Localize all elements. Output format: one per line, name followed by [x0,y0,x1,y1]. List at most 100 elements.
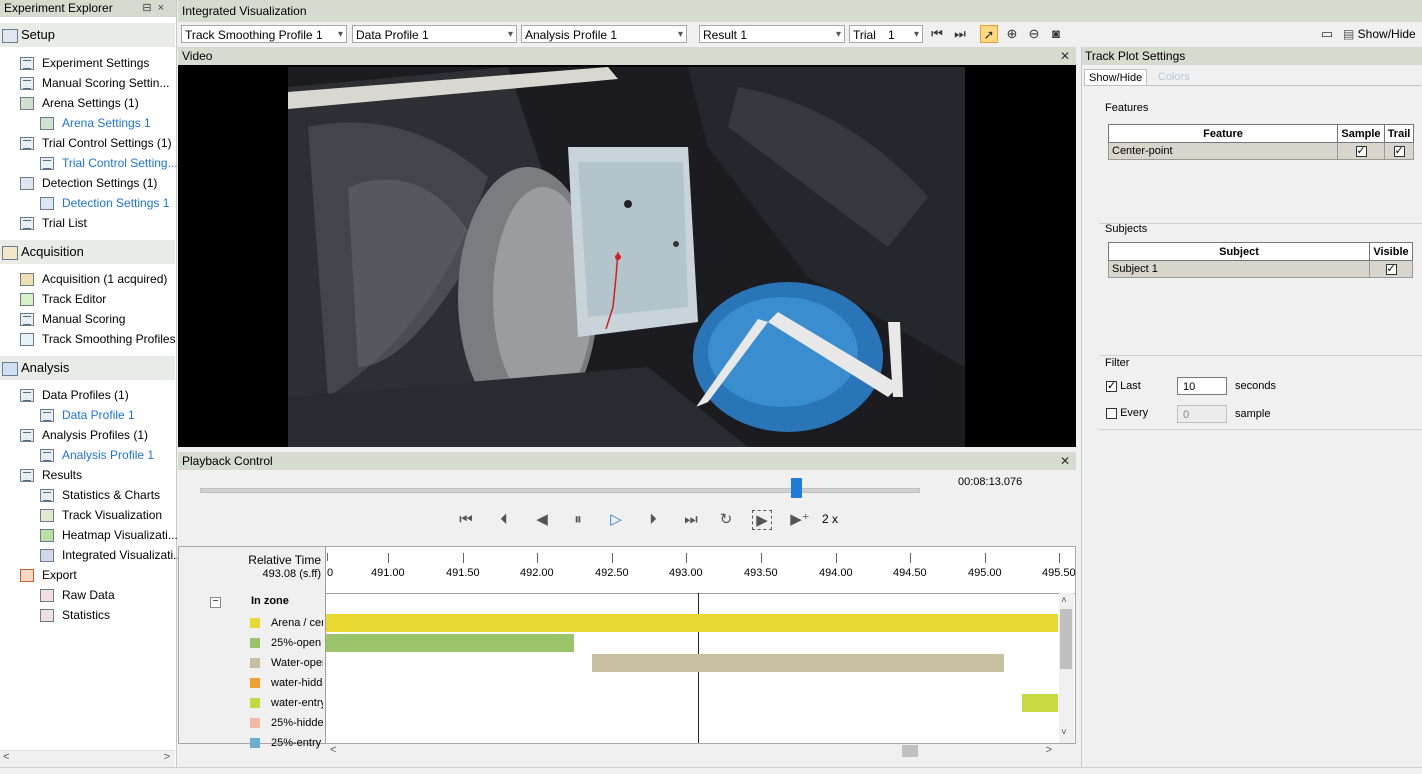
every-sample-input[interactable]: 0 [1177,405,1227,423]
features-table: Feature Sample Trail Center-point [1108,124,1414,160]
playback-panel-title: Playback Control [182,454,273,468]
vertical-scroll-thumb[interactable] [1060,609,1072,669]
result-select[interactable]: Result 1 [699,25,845,43]
zone-name: water-entry [271,697,323,709]
experiment-explorer: Experiment Explorer ⊟× Setup Experiment … [0,0,183,773]
close-icon[interactable]: ✕ [1060,47,1070,65]
pin-icon[interactable]: ⊟× [142,0,170,17]
timeline-tick-mark [910,553,911,563]
tab-colors[interactable]: Colors [1154,69,1194,85]
section-analysis-label: Analysis [21,360,70,375]
timeline-row-label[interactable]: 25%-open / [179,633,325,653]
scroll-right-icon[interactable]: > [1046,744,1052,756]
visible-cell[interactable] [1369,260,1413,278]
timeline-tick-label: 492.50 [595,567,629,579]
section-analysis[interactable]: Analysis [0,356,175,380]
timeline-horizontal-scrollbar[interactable]: < > [324,744,1058,759]
play-icon[interactable]: ▷ [606,510,626,530]
acquisition-icon [2,246,18,260]
next-trial-icon[interactable]: ⏭ [951,25,969,43]
play-reverse-icon[interactable]: ◀ [532,510,552,530]
data-profile-select[interactable]: Data Profile 1 [352,25,517,43]
layout-icon[interactable]: ▭ [1318,25,1336,43]
zoom-out-icon[interactable]: ⊖ [1025,25,1043,43]
every-unit-label: sample [1235,408,1271,420]
timeline-row-label[interactable]: 25%-entry / [179,733,325,753]
visible-checkbox[interactable] [1385,262,1397,275]
camera-icon[interactable]: ◙ [1047,25,1065,43]
last-seconds-input[interactable]: 10 [1177,377,1227,395]
zone-color-swatch [250,678,260,688]
zone-name: water-hidde [271,677,323,689]
timeline-bars-area[interactable] [326,593,1058,743]
sample-checkbox[interactable] [1355,144,1367,157]
pointer-icon[interactable]: ➚ [980,25,998,43]
playback-slider-thumb[interactable] [791,478,802,498]
skip-to-start-icon[interactable]: ⏮ [456,510,476,530]
speed-up-icon[interactable]: ▶⁺ [790,510,810,530]
trail-cell[interactable] [1384,142,1414,160]
section-acquisition[interactable]: Acquisition [0,240,175,264]
zone-name: Arena / cer [271,617,323,629]
zone-bar[interactable] [326,634,574,652]
close-icon[interactable]: ✕ [1060,452,1070,470]
step-forward-icon[interactable]: ⏵ [643,510,663,530]
pause-icon[interactable]: ⏸ [568,510,588,530]
last-unit-label: seconds [1235,380,1276,392]
timeline-tick-label: 495.00 [968,567,1002,579]
timeline-row-label[interactable]: Arena / cer [179,613,325,633]
trail-checkbox[interactable] [1393,144,1405,157]
timeline-row-label[interactable]: 25%-hidder [179,713,325,733]
tab-divider [1084,85,1421,86]
zone-bar[interactable] [592,654,1004,672]
timeline-row-label[interactable]: Water-oper [179,653,325,673]
step-back-icon[interactable]: ⏴ [494,510,514,530]
data-profile-icon [20,389,34,402]
video-image [288,67,965,447]
scroll-right-icon[interactable]: > [164,751,170,763]
analysis-profile-icon [40,449,54,462]
every-filter-option[interactable]: Every [1106,407,1148,419]
horizontal-scroll-thumb[interactable] [902,745,918,757]
first-trial-icon[interactable]: ⏮ [928,25,946,43]
trial-control-icon [40,157,54,170]
smoothing-profile-select[interactable]: Track Smoothing Profile 1 [181,25,347,43]
zone-bar[interactable] [1022,694,1058,712]
analysis-profile-select[interactable]: Analysis Profile 1 [521,25,687,43]
explorer-title: Experiment Explorer [4,1,113,15]
tab-show-hide[interactable]: Show/Hide [1084,69,1148,86]
last-filter-option[interactable]: Last [1106,379,1141,392]
last-checkbox[interactable] [1106,379,1117,392]
zone-bar[interactable] [326,614,1058,632]
playback-slider-track[interactable] [200,488,920,493]
every-checkbox[interactable] [1106,407,1117,419]
skip-to-end-icon[interactable]: ⏭ [681,510,701,530]
timeline-row-label[interactable]: water-hidde [179,673,325,693]
zone-name: 25%-open / [271,637,323,649]
scroll-up-icon[interactable]: ˄ [1061,595,1067,606]
timeline-vertical-scrollbar[interactable]: ˄ ˅ [1059,593,1074,743]
show-hide-button[interactable]: ▤ Show/Hide [1343,25,1416,43]
scroll-left-icon[interactable]: < [3,751,9,763]
timeline-tick-mark [1059,553,1060,563]
section-setup[interactable]: Setup [0,23,175,47]
sample-cell[interactable] [1337,142,1385,160]
loop-icon[interactable]: ↻ [716,510,736,530]
arena-icon [40,117,54,130]
video-panel-title-bar: Video ✕ [178,47,1076,65]
timeline-row-label[interactable]: water-entry [179,693,325,713]
playback-speed: 2 x [822,512,839,526]
scroll-left-icon[interactable]: < [330,744,336,756]
video-frame[interactable] [288,67,965,447]
subjects-table: Subject Visible Subject 1 [1108,242,1413,278]
divider [1099,429,1422,430]
last-label: Last [1120,380,1141,392]
collapse-icon[interactable]: − [210,597,221,608]
scroll-down-icon[interactable]: ˅ [1061,727,1067,738]
arena-icon [20,97,34,110]
trial-select[interactable]: Trial 1 [849,25,923,43]
zoom-in-icon[interactable]: ⊕ [1003,25,1021,43]
explorer-horizontal-scrollbar[interactable]: < > [0,750,175,768]
play-selection-icon[interactable]: ▶ [752,510,772,530]
trial-control-icon [20,137,34,150]
